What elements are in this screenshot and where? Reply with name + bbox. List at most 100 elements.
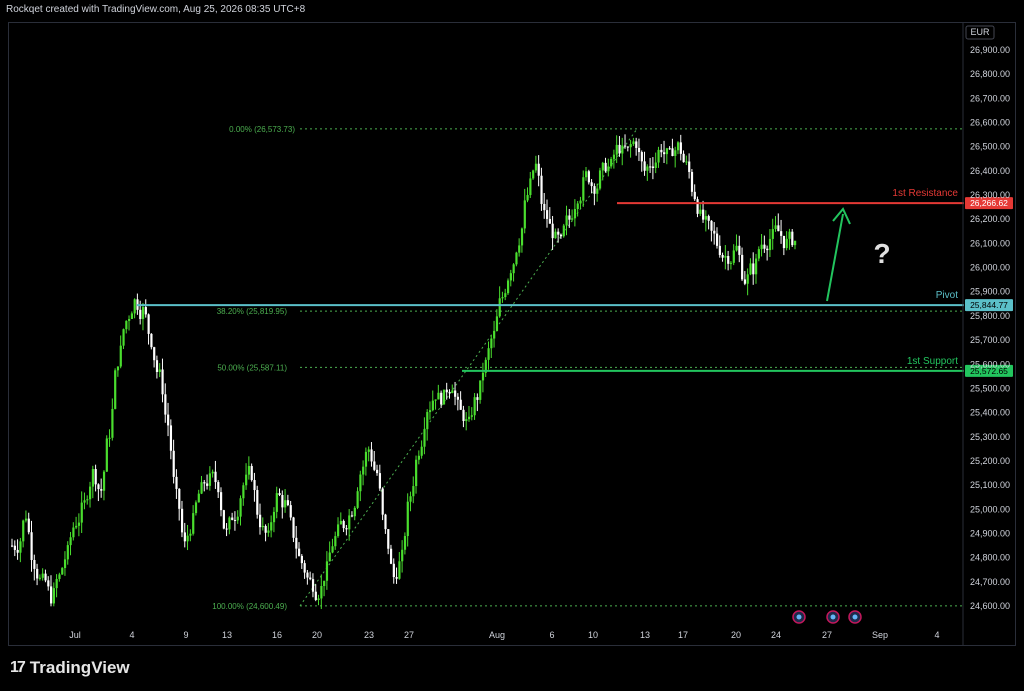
price-tick-label: 25,300.00 — [970, 432, 1010, 442]
candle-body — [693, 191, 696, 200]
candle-body — [178, 488, 181, 509]
candle-body — [225, 528, 228, 530]
candle-body — [398, 561, 401, 579]
candle-body — [702, 209, 705, 220]
candle-body — [192, 513, 195, 534]
time-tick-label: 23 — [364, 630, 374, 640]
price-tick-label: 26,900.00 — [970, 45, 1010, 55]
time-tick-label: 27 — [822, 630, 832, 640]
time-tick-label: 4 — [129, 630, 134, 640]
price-tick-label: 25,200.00 — [970, 456, 1010, 466]
candle-body — [791, 231, 794, 246]
fib-grid: 0.00% (26,573.73) 38.20% (25,819.95) 50.00… — [212, 125, 962, 611]
candle-body — [80, 502, 83, 523]
candle-body — [47, 580, 50, 587]
candle-body — [66, 545, 69, 560]
candle-body — [36, 568, 39, 579]
candle-body — [621, 145, 624, 154]
candle-body — [197, 493, 200, 503]
candle-body — [651, 166, 655, 168]
candle-body — [161, 369, 164, 395]
candle-body — [587, 171, 591, 183]
candle-body — [498, 298, 501, 317]
candle-body — [281, 495, 284, 508]
candle-body — [415, 459, 418, 487]
candle-body — [11, 545, 14, 547]
candle-body — [543, 203, 546, 211]
candle-body — [551, 223, 554, 239]
candle-body — [688, 161, 691, 172]
candle-body — [423, 429, 426, 447]
candle-body — [548, 218, 551, 224]
candle-body — [311, 579, 315, 592]
candle-body — [448, 392, 451, 394]
candle-body — [467, 416, 471, 420]
candle-body — [546, 210, 549, 219]
time-tick-label: 9 — [183, 630, 188, 640]
candle-body — [384, 514, 387, 530]
candle-body — [55, 578, 58, 589]
candle-body — [785, 238, 788, 249]
candle-body — [105, 438, 108, 472]
time-tick-label: 27 — [404, 630, 414, 640]
candle-body — [520, 228, 524, 246]
candle-body — [155, 360, 159, 372]
candle-body — [72, 527, 75, 538]
candle-body — [788, 231, 791, 239]
projection-arrow-shaft — [826, 213, 844, 302]
candle-body — [203, 482, 206, 484]
event-marker-dot — [852, 614, 858, 620]
candle-body — [749, 263, 752, 275]
candle-body — [284, 500, 287, 508]
candle-body — [158, 369, 161, 372]
candle-body — [760, 244, 763, 250]
candle-body — [465, 419, 468, 422]
price-tick-label: 24,800.00 — [970, 553, 1010, 563]
candle-body — [534, 163, 538, 171]
candle-body — [189, 533, 192, 536]
candle-body — [409, 496, 412, 502]
candle-body — [715, 233, 719, 246]
candle-body — [214, 471, 217, 483]
candle-body — [116, 366, 120, 371]
candle-body — [233, 519, 237, 521]
candle-body — [718, 245, 721, 255]
candle-body — [607, 166, 610, 172]
candle-body — [275, 493, 278, 512]
candle-body — [752, 263, 755, 275]
candle-body — [130, 313, 134, 319]
candle-body — [169, 425, 173, 451]
time-tick-label: 13 — [222, 630, 232, 640]
candle-body — [261, 525, 264, 528]
price-chart[interactable]: 0.00% (26,573.73) 38.20% (25,819.95) 50.00… — [0, 0, 1024, 691]
tradingview-brand-text: TradingView — [29, 658, 130, 677]
candle-body — [682, 153, 685, 163]
candle-body — [119, 345, 122, 367]
tradingview-logo[interactable]: 17 TradingView — [10, 658, 130, 678]
currency-label: EUR — [970, 27, 990, 37]
candle-body — [194, 502, 198, 514]
candle-body — [757, 249, 760, 259]
price-tick-label: 25,900.00 — [970, 287, 1010, 297]
fib-level-label: 0.00% (26,573.73) — [229, 125, 295, 134]
candle-body — [122, 329, 125, 346]
candle-body — [353, 507, 356, 517]
candle-body — [270, 522, 273, 531]
candle-body — [114, 370, 117, 409]
price-tick-label: 26,600.00 — [970, 118, 1010, 128]
candle-body — [314, 591, 317, 600]
candle-body — [771, 229, 774, 239]
candle-body — [699, 209, 702, 214]
candle-body — [370, 449, 373, 462]
annotations: ? — [826, 207, 891, 302]
candle-body — [41, 573, 44, 578]
candle-body — [782, 235, 786, 249]
candle-body — [376, 469, 379, 474]
candle-body — [206, 483, 209, 486]
candle-body — [334, 536, 337, 547]
candle-body — [557, 231, 560, 235]
candle-body — [526, 195, 529, 201]
candle-body — [481, 372, 485, 381]
candle-body — [685, 161, 688, 163]
candle-body — [320, 586, 323, 599]
